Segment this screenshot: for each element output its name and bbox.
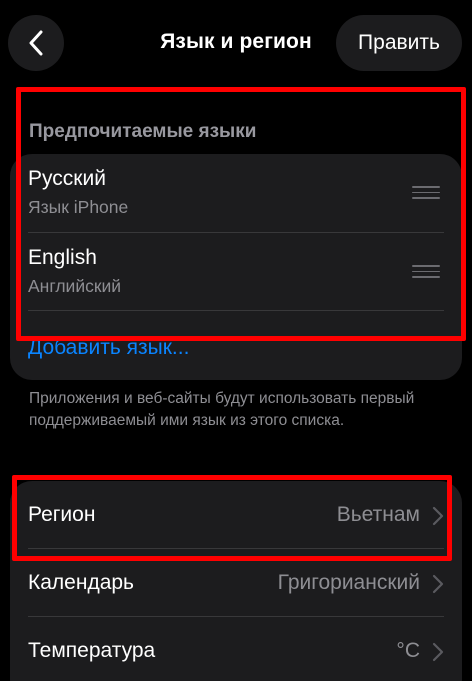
reorder-handle-icon[interactable] (412, 265, 440, 279)
preferred-languages-list: Русский Язык iPhone English Английский Д… (10, 154, 462, 380)
setting-row-temperature[interactable]: Температура °C (10, 617, 462, 681)
setting-value: Вьетнам (336, 503, 420, 526)
reorder-handle-icon[interactable] (412, 186, 440, 200)
setting-value: Григорианский (277, 571, 420, 594)
setting-row-region[interactable]: Регион Вьетнам (10, 481, 462, 548)
preferred-languages-header: Предпочитаемые языки (29, 121, 257, 142)
setting-label: Температура (28, 639, 156, 662)
separator (28, 310, 444, 311)
setting-row-calendar[interactable]: Календарь Григорианский (10, 549, 462, 616)
language-name: English (28, 246, 97, 269)
languages-footnote: Приложения и веб-сайты будут использоват… (29, 390, 415, 429)
chevron-right-icon (432, 642, 444, 662)
language-region-screen: Язык и регион Править Предпочитаемые язы… (0, 0, 472, 681)
setting-label: Календарь (28, 571, 134, 594)
language-subtitle: Английский (28, 276, 122, 296)
navigation-bar: Язык и регион Править (0, 0, 472, 86)
chevron-right-icon (432, 574, 444, 594)
region-settings-list: Регион Вьетнам Календарь Григорианский Т… (10, 481, 462, 681)
edit-button[interactable]: Править (336, 15, 462, 71)
language-subtitle: Язык iPhone (28, 197, 129, 217)
add-language-button[interactable]: Добавить язык... (28, 336, 189, 360)
language-name: Русский (28, 167, 106, 190)
language-row-english[interactable]: English Английский (10, 233, 462, 311)
chevron-right-icon (432, 506, 444, 526)
setting-label: Регион (28, 503, 96, 526)
setting-value: °C (396, 639, 420, 662)
language-row-russian[interactable]: Русский Язык iPhone (10, 154, 462, 232)
